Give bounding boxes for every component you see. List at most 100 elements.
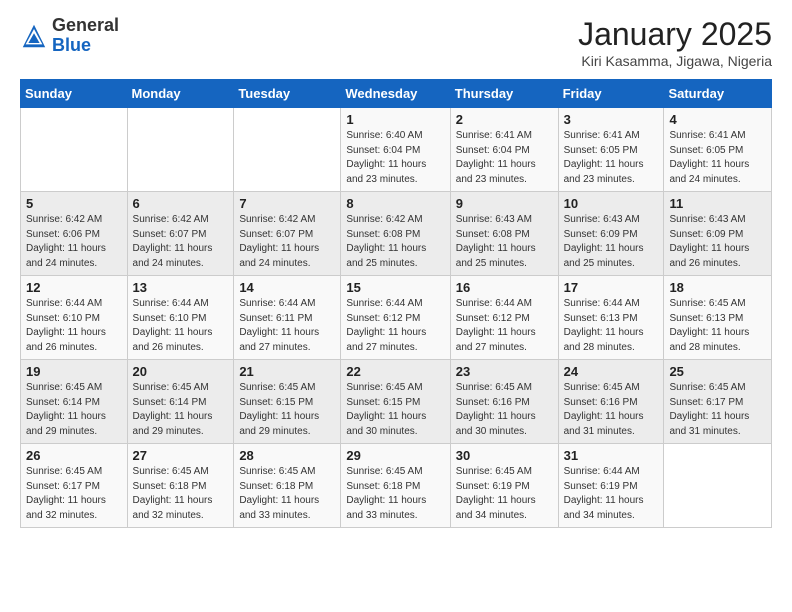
day-info: Sunrise: 6:43 AMSunset: 6:08 PMDaylight:… [456, 213, 553, 271]
calendar-cell: 30Sunrise: 6:45 AMSunset: 6:19 PMDayligh… [450, 444, 558, 528]
day-number: 29 [346, 448, 444, 463]
calendar-cell [127, 108, 234, 192]
day-header-saturday: Saturday [664, 80, 772, 108]
day-info: Sunrise: 6:45 AMSunset: 6:18 PMDaylight:… [239, 465, 335, 523]
day-info: Sunrise: 6:44 AMSunset: 6:12 PMDaylight:… [346, 297, 444, 355]
day-info: Sunrise: 6:42 AMSunset: 6:07 PMDaylight:… [133, 213, 229, 271]
day-header-thursday: Thursday [450, 80, 558, 108]
calendar-cell: 21 Sunrise: 6:45 AMSunset: 6:15 PMDayligh… [234, 360, 341, 444]
day-number: 4 [669, 112, 766, 127]
calendar-cell: 9 Sunrise: 6:43 AMSunset: 6:08 PMDaylight… [450, 192, 558, 276]
day-number: 25 [669, 364, 766, 379]
day-header-wednesday: Wednesday [341, 80, 450, 108]
day-number: 21 [239, 364, 335, 379]
day-info: Sunrise: 6:40 AMSunset: 6:04 PMDaylight:… [346, 129, 444, 187]
calendar-cell: 10Sunrise: 6:43 AMSunset: 6:09 PMDayligh… [558, 192, 664, 276]
day-number: 31 [564, 448, 659, 463]
calendar-cell: 26 Sunrise: 6:45 AMSunset: 6:17 PMDayligh… [21, 444, 128, 528]
calendar-cell: 18Sunrise: 6:45 AMSunset: 6:13 PMDayligh… [664, 276, 772, 360]
calendar-cell: 24 Sunrise: 6:45 AMSunset: 6:16 PMDayligh… [558, 360, 664, 444]
calendar-cell: 27Sunrise: 6:45 AMSunset: 6:18 PMDayligh… [127, 444, 234, 528]
day-info: Sunrise: 6:44 AMSunset: 6:10 PMDaylight:… [133, 297, 229, 355]
day-info: Sunrise: 6:45 AMSunset: 6:17 PMDaylight:… [669, 381, 766, 439]
header-row: SundayMondayTuesdayWednesdayThursdayFrid… [21, 80, 772, 108]
calendar-cell: 22 Sunrise: 6:45 AMSunset: 6:15 PMDayligh… [341, 360, 450, 444]
day-info: Sunrise: 6:45 AMSunset: 6:15 PMDaylight:… [239, 381, 335, 439]
calendar-table: SundayMondayTuesdayWednesdayThursdayFrid… [20, 79, 772, 528]
location: Kiri Kasamma, Jigawa, Nigeria [578, 53, 772, 69]
day-number: 19 [26, 364, 122, 379]
logo: General Blue [20, 16, 119, 56]
day-number: 6 [133, 196, 229, 211]
calendar-cell: 6 Sunrise: 6:42 AMSunset: 6:07 PMDaylight… [127, 192, 234, 276]
logo-general: General [52, 16, 119, 36]
calendar-cell: 12 Sunrise: 6:44 AMSunset: 6:10 PMDayligh… [21, 276, 128, 360]
calendar-cell: 23 Sunrise: 6:45 AMSunset: 6:16 PMDayligh… [450, 360, 558, 444]
calendar-cell: 25 Sunrise: 6:45 AMSunset: 6:17 PMDayligh… [664, 360, 772, 444]
day-number: 14 [239, 280, 335, 295]
day-info: Sunrise: 6:45 AMSunset: 6:14 PMDaylight:… [26, 381, 122, 439]
day-number: 3 [564, 112, 659, 127]
calendar-cell [21, 108, 128, 192]
day-number: 10 [564, 196, 659, 211]
header: General Blue January 2025 Kiri Kasamma, … [20, 16, 772, 69]
calendar-cell: 8 Sunrise: 6:42 AMSunset: 6:08 PMDaylight… [341, 192, 450, 276]
calendar-cell: 17Sunrise: 6:44 AMSunset: 6:13 PMDayligh… [558, 276, 664, 360]
day-info: Sunrise: 6:41 AMSunset: 6:04 PMDaylight:… [456, 129, 553, 187]
title-block: January 2025 Kiri Kasamma, Jigawa, Niger… [578, 16, 772, 69]
day-number: 1 [346, 112, 444, 127]
day-number: 30 [456, 448, 553, 463]
day-number: 2 [456, 112, 553, 127]
day-info: Sunrise: 6:44 AMSunset: 6:10 PMDaylight:… [26, 297, 122, 355]
day-info: Sunrise: 6:45 AMSunset: 6:17 PMDaylight:… [26, 465, 122, 523]
day-number: 17 [564, 280, 659, 295]
calendar-cell: 1 Sunrise: 6:40 AMSunset: 6:04 PMDaylight… [341, 108, 450, 192]
calendar-cell: 15Sunrise: 6:44 AMSunset: 6:12 PMDayligh… [341, 276, 450, 360]
day-number: 12 [26, 280, 122, 295]
page: General Blue January 2025 Kiri Kasamma, … [0, 0, 792, 612]
day-info: Sunrise: 6:42 AMSunset: 6:08 PMDaylight:… [346, 213, 444, 271]
day-number: 18 [669, 280, 766, 295]
calendar-cell: 13 Sunrise: 6:44 AMSunset: 6:10 PMDayligh… [127, 276, 234, 360]
day-header-tuesday: Tuesday [234, 80, 341, 108]
day-number: 22 [346, 364, 444, 379]
week-row-2: 5Sunrise: 6:42 AMSunset: 6:06 PMDaylight… [21, 192, 772, 276]
day-info: Sunrise: 6:44 AMSunset: 6:11 PMDaylight:… [239, 297, 335, 355]
day-number: 16 [456, 280, 553, 295]
day-number: 20 [133, 364, 229, 379]
day-info: Sunrise: 6:43 AMSunset: 6:09 PMDaylight:… [669, 213, 766, 271]
calendar-cell [664, 444, 772, 528]
day-header-friday: Friday [558, 80, 664, 108]
day-info: Sunrise: 6:42 AMSunset: 6:07 PMDaylight:… [239, 213, 335, 271]
day-number: 8 [346, 196, 444, 211]
day-header-sunday: Sunday [21, 80, 128, 108]
day-number: 13 [133, 280, 229, 295]
day-number: 23 [456, 364, 553, 379]
calendar-cell: 20Sunrise: 6:45 AMSunset: 6:14 PMDayligh… [127, 360, 234, 444]
calendar-cell: 2 Sunrise: 6:41 AMSunset: 6:04 PMDaylight… [450, 108, 558, 192]
day-info: Sunrise: 6:45 AMSunset: 6:15 PMDaylight:… [346, 381, 444, 439]
day-number: 11 [669, 196, 766, 211]
day-number: 28 [239, 448, 335, 463]
week-row-3: 12 Sunrise: 6:44 AMSunset: 6:10 PMDayligh… [21, 276, 772, 360]
week-row-5: 26 Sunrise: 6:45 AMSunset: 6:17 PMDayligh… [21, 444, 772, 528]
day-info: Sunrise: 6:45 AMSunset: 6:16 PMDaylight:… [456, 381, 553, 439]
week-row-1: 1 Sunrise: 6:40 AMSunset: 6:04 PMDaylight… [21, 108, 772, 192]
logo-icon [20, 22, 48, 50]
day-info: Sunrise: 6:45 AMSunset: 6:18 PMDaylight:… [133, 465, 229, 523]
calendar-cell: 19 Sunrise: 6:45 AMSunset: 6:14 PMDayligh… [21, 360, 128, 444]
calendar-cell: 16Sunrise: 6:44 AMSunset: 6:12 PMDayligh… [450, 276, 558, 360]
calendar-cell [234, 108, 341, 192]
logo-blue: Blue [52, 36, 119, 56]
day-number: 24 [564, 364, 659, 379]
day-info: Sunrise: 6:45 AMSunset: 6:16 PMDaylight:… [564, 381, 659, 439]
calendar-cell: 11 Sunrise: 6:43 AMSunset: 6:09 PMDayligh… [664, 192, 772, 276]
day-number: 9 [456, 196, 553, 211]
day-number: 5 [26, 196, 122, 211]
day-number: 26 [26, 448, 122, 463]
day-info: Sunrise: 6:44 AMSunset: 6:19 PMDaylight:… [564, 465, 659, 523]
calendar-cell: 31 Sunrise: 6:44 AMSunset: 6:19 PMDayligh… [558, 444, 664, 528]
day-header-monday: Monday [127, 80, 234, 108]
logo-text: General Blue [52, 16, 119, 56]
calendar-cell: 3Sunrise: 6:41 AMSunset: 6:05 PMDaylight… [558, 108, 664, 192]
